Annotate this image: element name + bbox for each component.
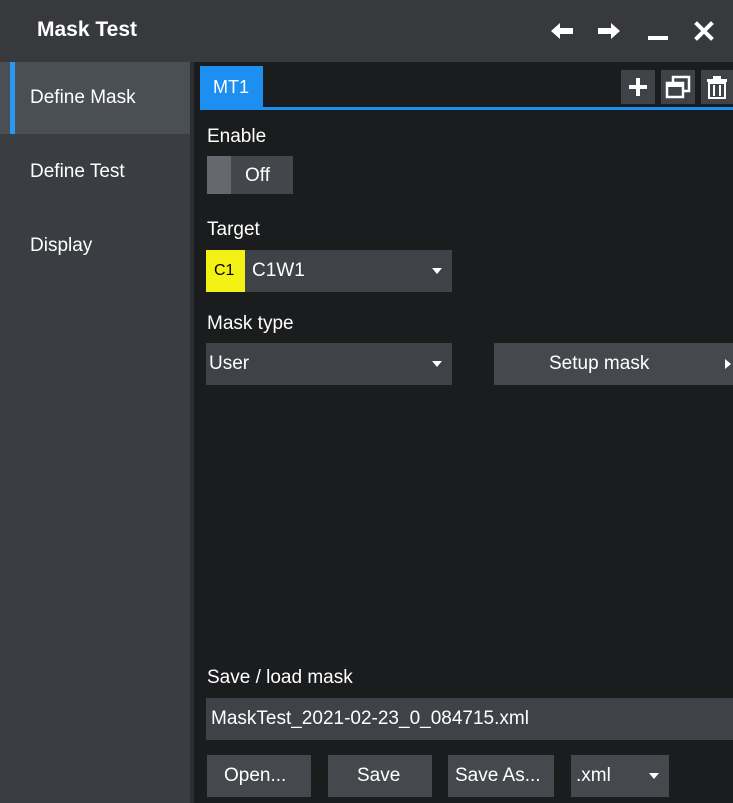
sidebar: Define Mask Define Test Display — [0, 62, 190, 803]
title-bar: Mask Test — [0, 0, 733, 62]
target-dropdown[interactable]: C1 C1W1 — [206, 250, 452, 292]
toggle-state: Off — [245, 165, 270, 186]
save-load-label: Save / load mask — [207, 667, 353, 688]
trash-icon[interactable] — [701, 70, 733, 104]
sidebar-item-define-mask[interactable]: Define Mask — [0, 62, 190, 134]
chevron-down-icon — [432, 268, 442, 274]
channel-chip: C1 — [206, 250, 245, 292]
sidebar-item-label: Define Test — [30, 161, 125, 182]
mask-filename-field[interactable]: MaskTest_2021-02-23_0_084715.xml — [206, 698, 733, 740]
mask-filename-value: MaskTest_2021-02-23_0_084715.xml — [211, 708, 529, 729]
chevron-down-icon — [432, 361, 442, 367]
enable-label: Enable — [207, 126, 267, 147]
arrow-right-icon[interactable] — [591, 12, 627, 50]
tab-label: MT1 — [213, 77, 249, 97]
file-format-value: .xml — [576, 765, 611, 786]
arrow-left-icon[interactable] — [544, 12, 580, 50]
target-value: C1W1 — [252, 260, 305, 281]
toggle-knob — [207, 156, 231, 194]
save-as-button-label: Save As... — [455, 765, 541, 786]
minimize-icon[interactable] — [640, 12, 676, 50]
setup-mask-button[interactable]: Setup mask — [494, 343, 733, 385]
channel-chip-label: C1 — [214, 262, 235, 279]
mask-type-value: User — [209, 353, 250, 374]
setup-mask-label: Setup mask — [549, 353, 650, 374]
open-button[interactable]: Open... — [207, 755, 311, 797]
content-panel: MT1 Enable Off Target C1 C1W1 Mask type … — [194, 62, 733, 803]
sidebar-item-define-test[interactable]: Define Test — [0, 136, 190, 208]
chevron-down-icon — [649, 773, 659, 779]
chevron-right-icon — [725, 359, 731, 369]
sidebar-item-label: Display — [30, 235, 93, 256]
open-button-label: Open... — [224, 765, 287, 786]
save-button-label: Save — [357, 765, 401, 786]
enable-toggle[interactable]: Off — [207, 156, 293, 194]
tab-strip: MT1 — [194, 62, 733, 112]
tab-underline — [200, 107, 733, 110]
copy-icon[interactable] — [661, 70, 695, 104]
tab-mt1[interactable]: MT1 — [200, 66, 263, 107]
sidebar-item-display[interactable]: Display — [0, 210, 190, 282]
target-label: Target — [207, 219, 260, 240]
sidebar-item-label: Define Mask — [30, 87, 136, 108]
mask-type-dropdown[interactable]: User — [206, 343, 452, 385]
mask-test-dialog: Mask Test Define Mask Define Test Displa… — [0, 0, 733, 803]
file-format-dropdown[interactable]: .xml — [571, 755, 669, 797]
mask-type-label: Mask type — [207, 313, 294, 334]
add-icon[interactable] — [621, 70, 655, 104]
save-as-button[interactable]: Save As... — [448, 755, 554, 797]
window-title: Mask Test — [37, 18, 137, 41]
save-button[interactable]: Save — [328, 755, 432, 797]
close-icon[interactable] — [686, 12, 722, 50]
